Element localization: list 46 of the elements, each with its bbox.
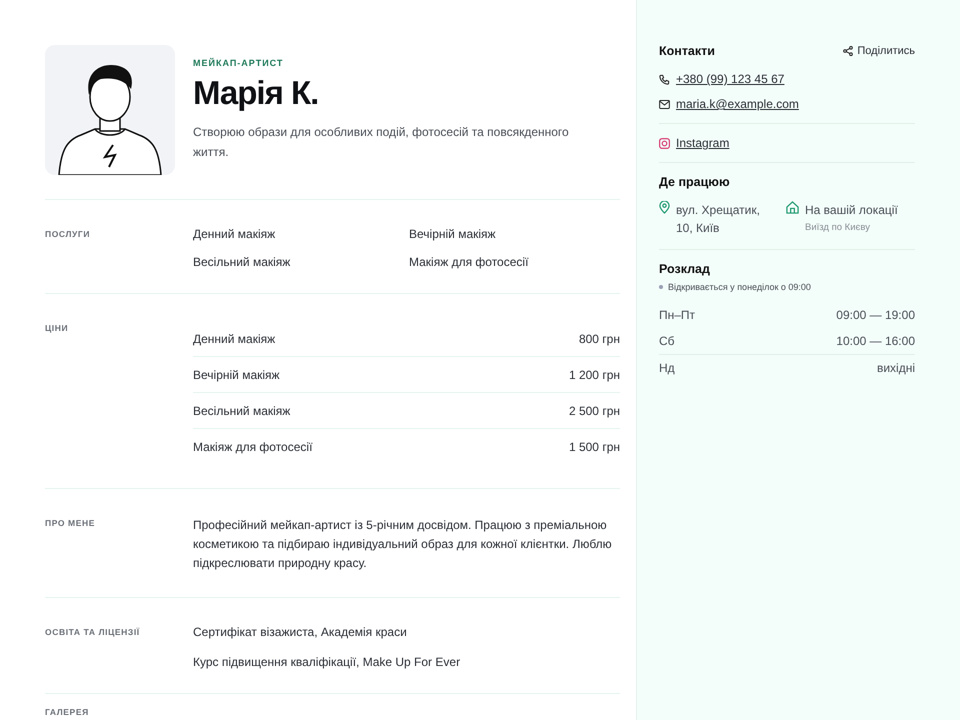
- price-name: Денний макіяж: [193, 332, 276, 346]
- tagline: Створюю образи для особливих подій, фотосесій та повсякденного життя.: [193, 124, 570, 161]
- location-pin-icon: [659, 201, 670, 214]
- instagram-link[interactable]: Instagram: [676, 136, 730, 150]
- price-name: Весільний макіяж: [193, 404, 290, 418]
- service-item: Макіяж для фотосесії: [409, 255, 530, 269]
- price-value: 1 200 грн: [568, 368, 620, 382]
- status-text: Відкривається у понеділок о 09:00: [668, 282, 811, 292]
- schedule-hours: 10:00 — 16:00: [836, 334, 915, 348]
- instagram-icon: [659, 138, 670, 148]
- schedule-hours: 09:00 — 19:00: [836, 308, 915, 322]
- schedule-hours: вихідні: [876, 361, 915, 375]
- phone-icon: [659, 74, 670, 84]
- schedule-title: Розклад: [659, 262, 711, 276]
- schedule-day: Нд: [659, 361, 675, 375]
- education-item: Сертифікат візажиста, Академія краси: [193, 625, 408, 639]
- phone-link[interactable]: +380 (99) 123 45 67: [676, 72, 784, 86]
- share-icon: [843, 46, 854, 56]
- section-label: ГАЛЕРЕЯ: [45, 707, 89, 717]
- share-button[interactable]: Поділитись: [843, 45, 915, 57]
- price-name: Вечірній макіяж: [193, 368, 280, 382]
- location-text: На вашій локації: [805, 202, 898, 219]
- price-value: 800 грн: [578, 332, 620, 346]
- email-link[interactable]: maria.k@example.com: [676, 97, 799, 111]
- contacts-title: Контакти: [659, 44, 715, 58]
- role-label: МЕЙКАП-АРТИСТ: [193, 58, 284, 68]
- mail-icon: [659, 100, 670, 108]
- location-text: вул. Хрещатик, 10, Київ: [676, 202, 761, 237]
- price-name: Макіяж для фотосесії: [193, 440, 312, 454]
- price-value: 1 500 грн: [568, 440, 620, 454]
- service-item: Вечірній макіяж: [409, 227, 497, 241]
- section-label: ПРО МЕНЕ: [45, 518, 95, 528]
- education-item: Курс підвищення кваліфікації, Make Up For Ever: [193, 655, 462, 669]
- section-label: ЦІНИ: [45, 323, 68, 333]
- profile-name: Марія К.: [193, 74, 320, 112]
- service-item: Денний макіяж: [193, 227, 276, 241]
- location-note: Виїзд по Києву: [805, 221, 871, 235]
- price-value: 2 500 грн: [568, 404, 620, 418]
- about-text: Професійний мейкап-артист із 5-річним досвідом. Працюю з преміальною косметикою та підбираю індивідуальний образ для кожної клієнтки. Люблю підкреслювати природну красу.: [193, 517, 613, 572]
- home-icon: [786, 201, 799, 214]
- schedule-day: Пн–Пт: [659, 308, 696, 322]
- section-label: ОСВІТА ТА ЛІЦЕНЗІЇ: [45, 627, 140, 637]
- service-item: Весільний макіяж: [193, 255, 292, 269]
- section-label: ПОСЛУГИ: [45, 229, 90, 239]
- work-title: Де працюю: [659, 175, 731, 189]
- schedule-day: Сб: [659, 334, 675, 348]
